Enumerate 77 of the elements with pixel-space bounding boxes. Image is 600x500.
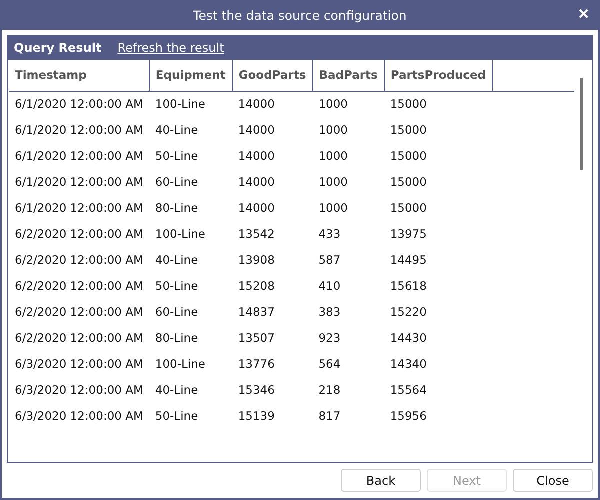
table-cell-text: 14000 [237,148,276,165]
table-cell-text: 14837 [237,304,276,321]
table-cell-text: 40-Line [154,252,200,269]
table-cell-text: 6/3/2020 12:00:00 AM [14,408,144,425]
table-cell-text: 6/1/2020 12:00:00 AM [14,122,144,139]
table-cell-text: 433 [318,226,342,243]
table-cell-text: 13776 [237,356,276,373]
table-cell-text: 15000 [389,148,428,165]
table-cell-text: 6/1/2020 12:00:00 AM [14,148,144,165]
column-header[interactable]: Equipment [149,60,232,91]
table-cell-text: 6/2/2020 12:00:00 AM [14,304,144,321]
column-header[interactable]: BadParts [312,60,384,91]
table-cell-text: 564 [318,356,342,373]
table-cell-text: 218 [318,382,342,399]
close-button[interactable]: ✕ [576,6,592,22]
window-title: Test the data source configuration [193,8,407,22]
table-cell-text: 15000 [389,174,428,191]
table-cell-text: 13507 [237,330,276,347]
table-cell-text: 923 [318,330,342,347]
table-cell-text: 6/2/2020 12:00:00 AM [14,330,144,347]
table-cell-text: 6/1/2020 12:00:00 AM [14,174,144,191]
table-cell-text: 15618 [389,278,428,295]
table-cell-text: 15139 [237,408,276,425]
table-cell-text: 14000 [237,200,276,217]
scrollbar-thumb[interactable] [580,78,583,170]
table-cell-text: 40-Line [154,122,200,139]
table-cell-text: 14000 [237,122,276,139]
table-cell-text: 100-Line [154,226,206,243]
table-cell: 6/1/2020 12:00:00 AM [9,91,150,117]
table-cell-text: 15956 [389,408,428,425]
dialog-button[interactable]: Close [513,469,593,492]
table-cell-text: 1000 [318,122,349,139]
table-cell-text: 50-Line [154,278,200,295]
table-cell: 1000 [312,91,384,117]
refresh-link[interactable]: Refresh the result [118,41,224,55]
table-cell-text: 383 [318,304,342,321]
table-cell-text: 1000 [318,200,349,217]
table-cell-text: 80-Line [154,200,200,217]
table-cell-text: 6/3/2020 12:00:00 AM [14,356,144,373]
column-header[interactable]: PartsProduced [384,60,493,91]
table-cell-text: 60-Line [154,304,200,321]
table-cell-text: 50-Line [154,408,200,425]
table-cell-text: 14000 [237,174,276,191]
table-cell-text: 80-Line [154,330,200,347]
table-cell-text: 15564 [389,382,428,399]
table-cell-text: 15000 [389,122,428,139]
panel-title: Query Result [14,41,102,55]
table-cell-text: 60-Line [154,174,200,191]
table-cell-text: 15346 [237,382,276,399]
table-cell-text: 14430 [389,330,428,347]
column-header[interactable]: GoodParts [232,60,313,91]
table-cell-text: 6/3/2020 12:00:00 AM [14,382,144,399]
table-cell-text: 50-Line [154,148,200,165]
table-cell-text: 100-Line [154,356,206,373]
table-cell-text: 15208 [237,278,276,295]
table-cell-text: 6/1/2020 12:00:00 AM [14,200,144,217]
table-cell-text: 1000 [318,148,349,165]
table-cell-text: 6/2/2020 12:00:00 AM [14,252,144,269]
table-cell-text: 1000 [318,174,349,191]
table-cell-text: 14495 [389,252,428,269]
table-cell-text: 410 [318,278,342,295]
table-cell-text: 817 [318,408,342,425]
table-cell-text: 6/2/2020 12:00:00 AM [14,278,144,295]
table-cell: 14000 [232,91,313,117]
dialog-button[interactable]: Back [341,469,421,492]
table-cell-text: 13542 [237,226,276,243]
table-cell-text: 40-Line [154,382,200,399]
table-cell: 100-Line [149,91,232,117]
table-cell-text: 6/2/2020 12:00:00 AM [14,226,144,243]
table-cell-text: 13975 [389,226,428,243]
table-cell-text: 13908 [237,252,276,269]
table-cell: 15000 [384,91,493,117]
table-cell-text: 587 [318,252,342,269]
table-cell-text: 15000 [389,200,428,217]
table-cell-text: 15220 [389,304,428,321]
column-header[interactable]: Timestamp [9,60,150,91]
table-cell-text: 14340 [389,356,428,373]
